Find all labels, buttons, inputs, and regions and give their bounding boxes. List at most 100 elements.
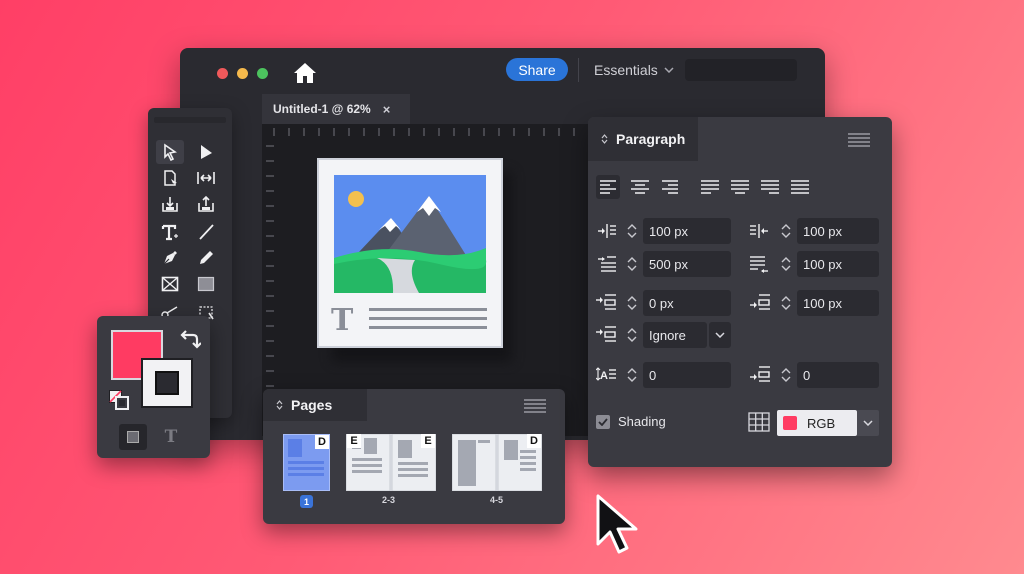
space-after-field[interactable]: 100 px — [797, 290, 879, 316]
pencil-icon — [200, 251, 213, 264]
first-line-indent-stepper[interactable] — [624, 251, 640, 277]
chevron-down-icon — [863, 420, 873, 426]
align-to-grid-dropdown-button[interactable] — [709, 322, 731, 348]
align-to-grid-stepper[interactable] — [624, 322, 640, 348]
drop-cap-lines-field[interactable]: 0 — [643, 362, 731, 388]
gap-icon — [197, 172, 215, 184]
space-before-icon — [596, 294, 616, 310]
align-center-icon[interactable] — [628, 175, 652, 199]
space-before-field[interactable]: 0 px — [643, 290, 731, 316]
pages-panel-tab[interactable]: Pages — [263, 389, 367, 421]
paragraph-panel-tab[interactable]: Paragraph — [588, 117, 698, 161]
page-tool[interactable] — [156, 166, 184, 190]
default-colors-icon[interactable] — [108, 389, 130, 411]
align-right-icon[interactable] — [658, 175, 682, 199]
line-tool[interactable] — [192, 220, 220, 244]
left-indent-icon — [598, 224, 616, 238]
left-indent-field[interactable]: 100 px — [643, 218, 731, 244]
direct-selection-tool[interactable] — [192, 140, 220, 164]
drop-cap-characters-icon — [750, 366, 770, 382]
collapse-toggle-icon — [276, 400, 283, 410]
panel-menu-icon[interactable] — [524, 399, 546, 413]
chevron-down-icon — [781, 265, 791, 271]
space-after-stepper[interactable] — [778, 290, 794, 316]
document-tab[interactable]: Untitled-1 @ 62% × — [262, 94, 410, 124]
pen-tool[interactable] — [156, 246, 184, 270]
space-before-stepper[interactable] — [624, 290, 640, 316]
chevron-down-icon — [627, 304, 637, 310]
first-line-indent-field[interactable]: 500 px — [643, 251, 731, 277]
shading-color-mode: RGB — [807, 415, 836, 431]
chevron-down-icon — [627, 232, 637, 238]
last-line-indent-stepper[interactable] — [778, 251, 794, 277]
content-collector-icon — [162, 197, 178, 212]
apply-color-button[interactable] — [119, 424, 147, 450]
minimize-window-button[interactable] — [237, 68, 248, 79]
content-placer-tool[interactable] — [192, 192, 220, 216]
content-collector-tool[interactable] — [156, 192, 184, 216]
type-tool[interactable] — [156, 220, 184, 244]
svg-text:T: T — [331, 303, 354, 338]
shading-color-chip — [783, 416, 797, 430]
justify-right-icon[interactable] — [758, 175, 782, 199]
first-line-indent-icon — [598, 256, 616, 272]
mouse-pointer-icon — [596, 494, 638, 554]
stroke-color-swatch[interactable] — [141, 358, 193, 408]
page-label-2-3: 2-3 — [382, 495, 396, 505]
rectangle-frame-tool[interactable] — [156, 272, 184, 296]
workspace-dropdown[interactable]: Essentials — [594, 60, 674, 80]
chevron-up-icon — [627, 257, 637, 263]
gap-tool[interactable] — [192, 166, 220, 190]
panel-grip[interactable] — [154, 114, 226, 126]
chevron-up-icon — [781, 224, 791, 230]
share-button[interactable]: Share — [506, 58, 568, 81]
chevron-down-icon — [627, 336, 637, 342]
align-to-grid-select[interactable]: Ignore — [643, 322, 707, 348]
pencil-tool[interactable] — [192, 246, 220, 270]
close-window-button[interactable] — [217, 68, 228, 79]
maximize-window-button[interactable] — [257, 68, 268, 79]
chevron-down-icon — [627, 265, 637, 271]
justify-center-icon[interactable] — [728, 175, 752, 199]
justify-all-icon[interactable] — [788, 175, 812, 199]
artboard-page[interactable]: T — [317, 158, 503, 348]
formatting-affects-text-button[interactable]: T — [157, 424, 185, 450]
swap-colors-icon[interactable] — [179, 328, 201, 350]
type-icon — [161, 224, 178, 241]
chevron-up-icon — [627, 296, 637, 302]
search-input[interactable] — [685, 59, 797, 81]
chevron-up-icon — [781, 296, 791, 302]
home-icon[interactable] — [292, 61, 318, 85]
chevron-up-icon — [627, 368, 637, 374]
page-thumbnail-2-3[interactable]: E E — [346, 434, 436, 491]
frame-icon — [161, 276, 179, 292]
page-thumbnail-1[interactable]: D — [283, 434, 330, 491]
close-tab-icon[interactable]: × — [383, 102, 391, 117]
arrow-filled-icon — [201, 145, 212, 159]
paragraph-panel-title: Paragraph — [616, 131, 686, 147]
panel-menu-icon[interactable] — [848, 133, 870, 147]
toolbar-divider — [578, 58, 579, 82]
left-indent-stepper[interactable] — [624, 218, 640, 244]
shading-color-select[interactable]: RGB — [777, 410, 857, 436]
drop-cap-lines-stepper[interactable] — [624, 362, 640, 388]
last-line-indent-field[interactable]: 100 px — [797, 251, 879, 277]
swatch-grid-icon[interactable] — [748, 412, 770, 432]
right-indent-field[interactable]: 100 px — [797, 218, 879, 244]
rectangle-tool[interactable] — [192, 272, 220, 296]
landscape-image[interactable]: T — [319, 160, 501, 346]
shading-checkbox[interactable] — [596, 415, 610, 429]
apply-color-square-icon — [127, 431, 139, 443]
stroke-inner-box — [155, 371, 179, 395]
right-indent-stepper[interactable] — [778, 218, 794, 244]
right-indent-icon — [750, 224, 768, 238]
drop-cap-characters-stepper[interactable] — [778, 362, 794, 388]
shading-color-dropdown-button[interactable] — [857, 410, 879, 436]
drop-cap-characters-field[interactable]: 0 — [797, 362, 879, 388]
selection-tool[interactable] — [156, 140, 184, 164]
align-left-icon[interactable] — [596, 175, 620, 199]
chevron-down-icon — [627, 376, 637, 382]
justify-left-icon[interactable] — [698, 175, 722, 199]
page-thumbnail-4-5[interactable]: D — [452, 434, 542, 491]
color-swatch-panel: T — [97, 316, 210, 458]
